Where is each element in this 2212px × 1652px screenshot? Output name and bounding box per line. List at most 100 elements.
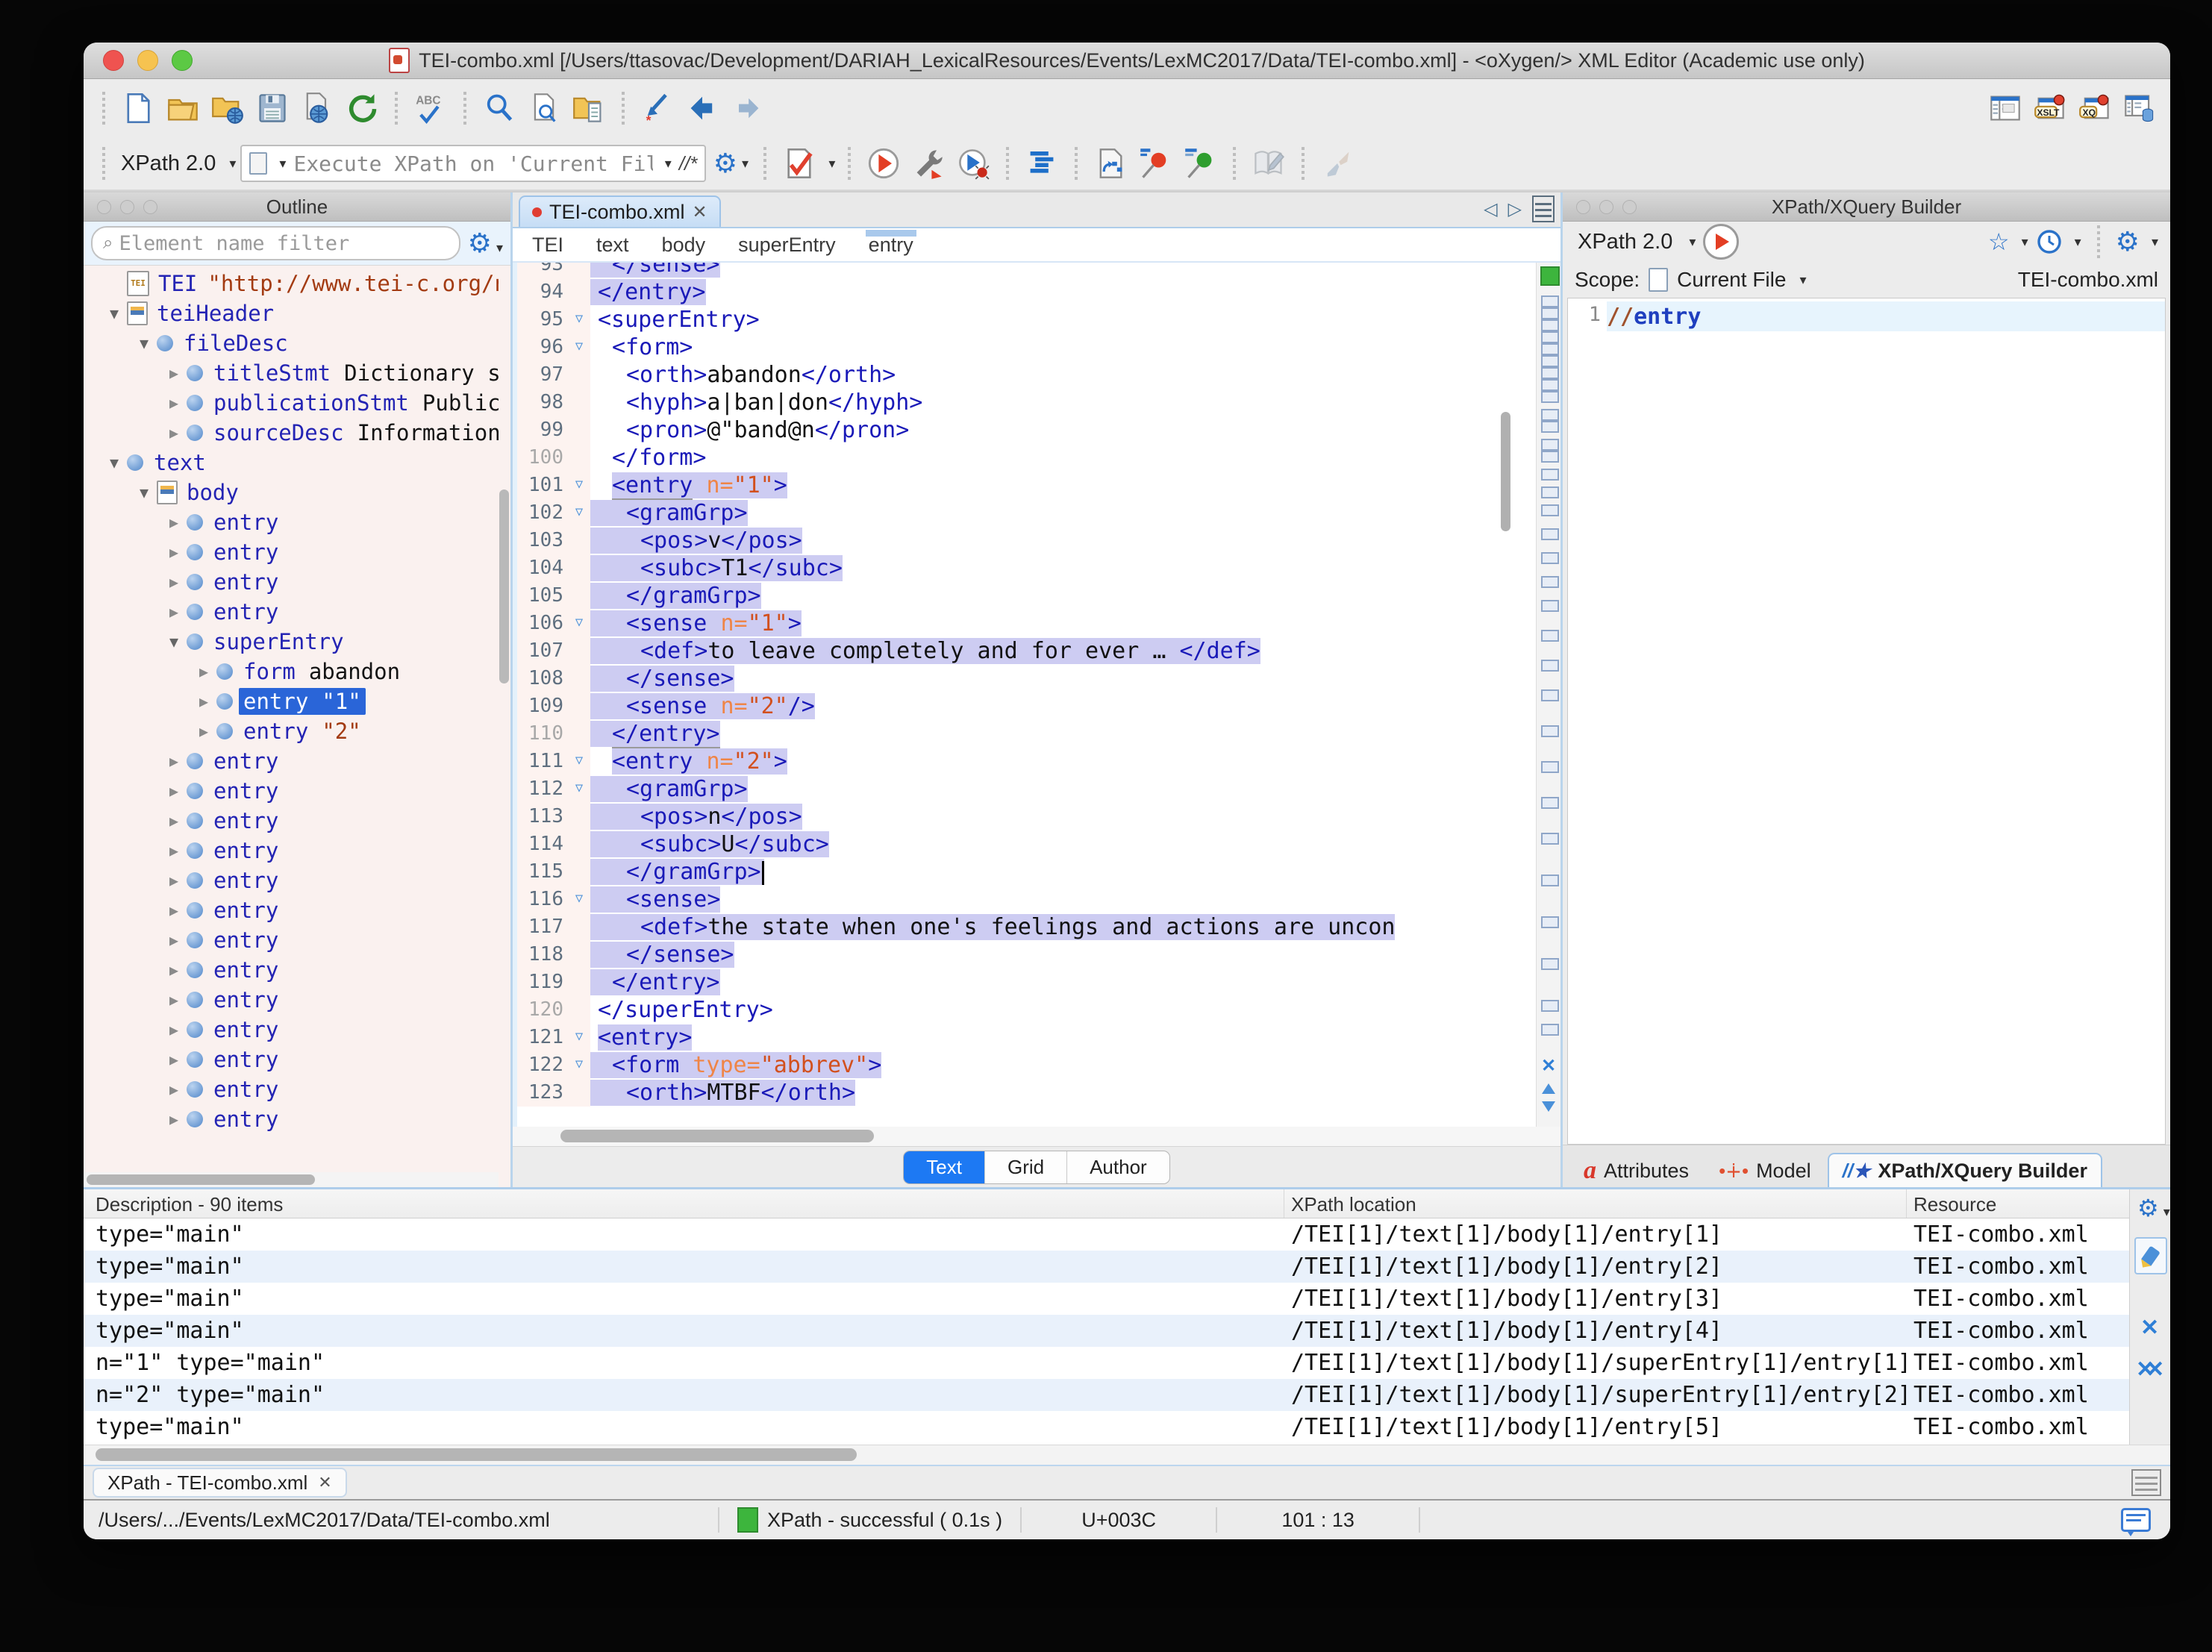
ruler-mark[interactable] [1541, 552, 1559, 564]
fold-toggle-icon[interactable]: ▽ [568, 334, 590, 361]
validate-button[interactable] [779, 143, 819, 184]
ruler-mark[interactable] [1541, 761, 1559, 773]
outline-tree-item[interactable]: ▶entry"1" [84, 686, 499, 716]
code-line[interactable]: 103<pos>v</pos> [517, 527, 1536, 554]
code-area[interactable]: 93</sense>94</entry>95▽<superEntry>96▽<f… [513, 263, 1560, 1127]
breadcrumb-item-body[interactable]: body [662, 228, 706, 261]
expand-arrow-icon[interactable]: ▶ [161, 603, 187, 621]
mode-author-button[interactable]: Author [1067, 1151, 1169, 1183]
code-line[interactable]: 104<subc>T1</subc> [517, 554, 1536, 582]
expand-arrow-icon[interactable]: ▶ [161, 1110, 187, 1128]
code-line[interactable]: 101▽<entry n="1"> [517, 472, 1536, 499]
outline-tree-item[interactable]: ▶entry [84, 1104, 499, 1134]
ruler-mark[interactable] [1541, 295, 1559, 307]
editor-list-icon[interactable] [1532, 195, 1555, 222]
new-document-button[interactable] [118, 87, 158, 129]
results-horizontal-scrollbar[interactable] [84, 1445, 2170, 1465]
console-icon[interactable] [2131, 1469, 2161, 1496]
code-line[interactable]: 119</entry> [517, 969, 1536, 996]
prev-editor-icon[interactable]: ◁ [1484, 198, 1497, 220]
close-window-button[interactable] [103, 50, 124, 71]
outline-tree-item[interactable]: ▶entry [84, 955, 499, 985]
outline-tree-item[interactable]: ▶titleStmtDictionary sa [84, 358, 499, 388]
outline-tree-item[interactable]: ▶entry [84, 507, 499, 537]
tab-model[interactable]: •∔• Model [1705, 1154, 1825, 1187]
perspective-layout-button[interactable] [1985, 87, 2025, 129]
result-row[interactable]: type="main"/TEI[1]/text[1]/body[1]/entry… [84, 1283, 2129, 1315]
outline-tree-item[interactable]: ▶entry [84, 866, 499, 895]
scroll-down-icon[interactable] [1542, 1101, 1555, 1112]
expand-arrow-icon[interactable]: ▶ [161, 573, 187, 591]
outline-tree-item[interactable]: ▶entry [84, 985, 499, 1015]
results-settings-button[interactable]: ⚙▾ [2137, 1194, 2170, 1222]
fold-toggle-icon[interactable]: ▽ [568, 306, 590, 334]
ruler-mark[interactable] [1541, 307, 1559, 319]
ruler-mark[interactable] [1541, 439, 1559, 451]
find-in-document-button[interactable] [524, 87, 564, 129]
scroll-up-icon[interactable] [1542, 1083, 1555, 1094]
code-line[interactable]: 108</sense> [517, 665, 1536, 692]
result-row[interactable]: type="main"/TEI[1]/text[1]/body[1]/entry… [84, 1218, 2129, 1251]
result-row[interactable]: type="main"/TEI[1]/text[1]/body[1]/entry… [84, 1315, 2129, 1347]
ruler-mark[interactable] [1541, 576, 1559, 588]
expand-arrow-icon[interactable]: ▶ [161, 513, 187, 531]
code-line[interactable]: 97<orth>abandon</orth> [517, 361, 1536, 389]
code-line[interactable]: 114<subc>U</subc> [517, 830, 1536, 858]
outline-tree-item[interactable]: ▼superEntry [84, 627, 499, 657]
close-tab-icon[interactable]: ✕ [318, 1473, 331, 1492]
xpath-query-editor[interactable]: 1 //entry [1567, 298, 2166, 1145]
ruler-mark[interactable] [1541, 486, 1559, 498]
xpath-version-select[interactable]: XPath 2.0 [121, 151, 216, 176]
overview-ruler[interactable]: ✕ [1536, 263, 1560, 1127]
ruler-mark[interactable] [1541, 367, 1559, 379]
mode-grid-button[interactable]: Grid [985, 1151, 1067, 1183]
code-line[interactable]: 120</superEntry> [517, 996, 1536, 1024]
editor-vertical-scrollbar[interactable] [1501, 412, 1510, 531]
code-line[interactable]: 115</gramGrp> [517, 858, 1536, 886]
results-col-description[interactable]: Description - 90 items [96, 1193, 283, 1216]
element-name-filter-input[interactable]: ⌕ Element name filter [91, 226, 460, 260]
outline-tree-item[interactable]: ▶entry [84, 1074, 499, 1104]
tab-xpath-builder[interactable]: //★ XPath/XQuery Builder [1828, 1153, 2102, 1187]
expand-arrow-icon[interactable]: ▶ [161, 842, 187, 860]
expand-arrow-icon[interactable]: ▶ [191, 722, 216, 740]
pin-green-button[interactable] [1180, 143, 1220, 184]
xpath-settings-button[interactable]: ⚙▾ [710, 143, 751, 184]
xpath-expression-combo[interactable]: ▾ Execute XPath on 'Current File' ▾ //* [240, 145, 706, 182]
outline-tree-item[interactable]: ▶entry [84, 746, 499, 776]
outline-vertical-scrollbar[interactable] [499, 489, 509, 683]
expand-arrow-icon[interactable]: ▶ [161, 364, 187, 382]
ruler-mark[interactable] [1541, 528, 1559, 540]
ruler-mark[interactable] [1541, 469, 1559, 481]
filter-results-button[interactable] [1317, 143, 1357, 184]
fold-toggle-icon[interactable]: ▽ [568, 1051, 590, 1079]
collapse-arrow-icon[interactable]: ▼ [101, 454, 127, 472]
result-row[interactable]: type="main"/TEI[1]/text[1]/body[1]/entry… [84, 1411, 2129, 1443]
ruler-mark[interactable] [1541, 725, 1559, 737]
result-row[interactable]: type="main"/TEI[1]/text[1]/body[1]/entry… [84, 1251, 2129, 1283]
ruler-mark[interactable] [1541, 421, 1559, 433]
find-in-files-button[interactable] [569, 87, 609, 129]
ruler-mark[interactable] [1541, 875, 1559, 886]
outline-tree-item[interactable]: ▼fileDesc [84, 328, 499, 358]
expand-arrow-icon[interactable]: ▶ [161, 394, 187, 412]
database-perspective-button[interactable] [2119, 87, 2160, 129]
ruler-mark[interactable] [1541, 409, 1559, 421]
xml-refactoring-button[interactable] [1090, 143, 1131, 184]
execute-xpath-button[interactable] [1703, 224, 1739, 260]
highlight-results-button[interactable] [2134, 1237, 2167, 1274]
fold-toggle-icon[interactable]: ▽ [568, 748, 590, 775]
ruler-mark[interactable] [1541, 355, 1559, 367]
breadcrumb-item-text[interactable]: text [596, 228, 629, 261]
editor-tab[interactable]: TEI-combo.xml ✕ [519, 195, 721, 227]
result-row[interactable]: n="2" type="main"/TEI[1]/text[1]/body[1]… [84, 1379, 2129, 1411]
code-line[interactable]: 105</gramGrp> [517, 582, 1536, 610]
outline-tree-item[interactable]: ▶entry [84, 776, 499, 806]
annotations-book-button[interactable] [1249, 143, 1289, 184]
builder-settings-button[interactable]: ⚙ [2116, 226, 2140, 257]
code-line[interactable]: 95▽<superEntry> [517, 306, 1536, 334]
xpath-results-tab[interactable]: XPath - TEI-combo.xml ✕ [93, 1468, 347, 1498]
expand-arrow-icon[interactable]: ▶ [161, 424, 187, 442]
ruler-mark[interactable] [1541, 1000, 1559, 1012]
reload-button[interactable] [342, 87, 382, 129]
